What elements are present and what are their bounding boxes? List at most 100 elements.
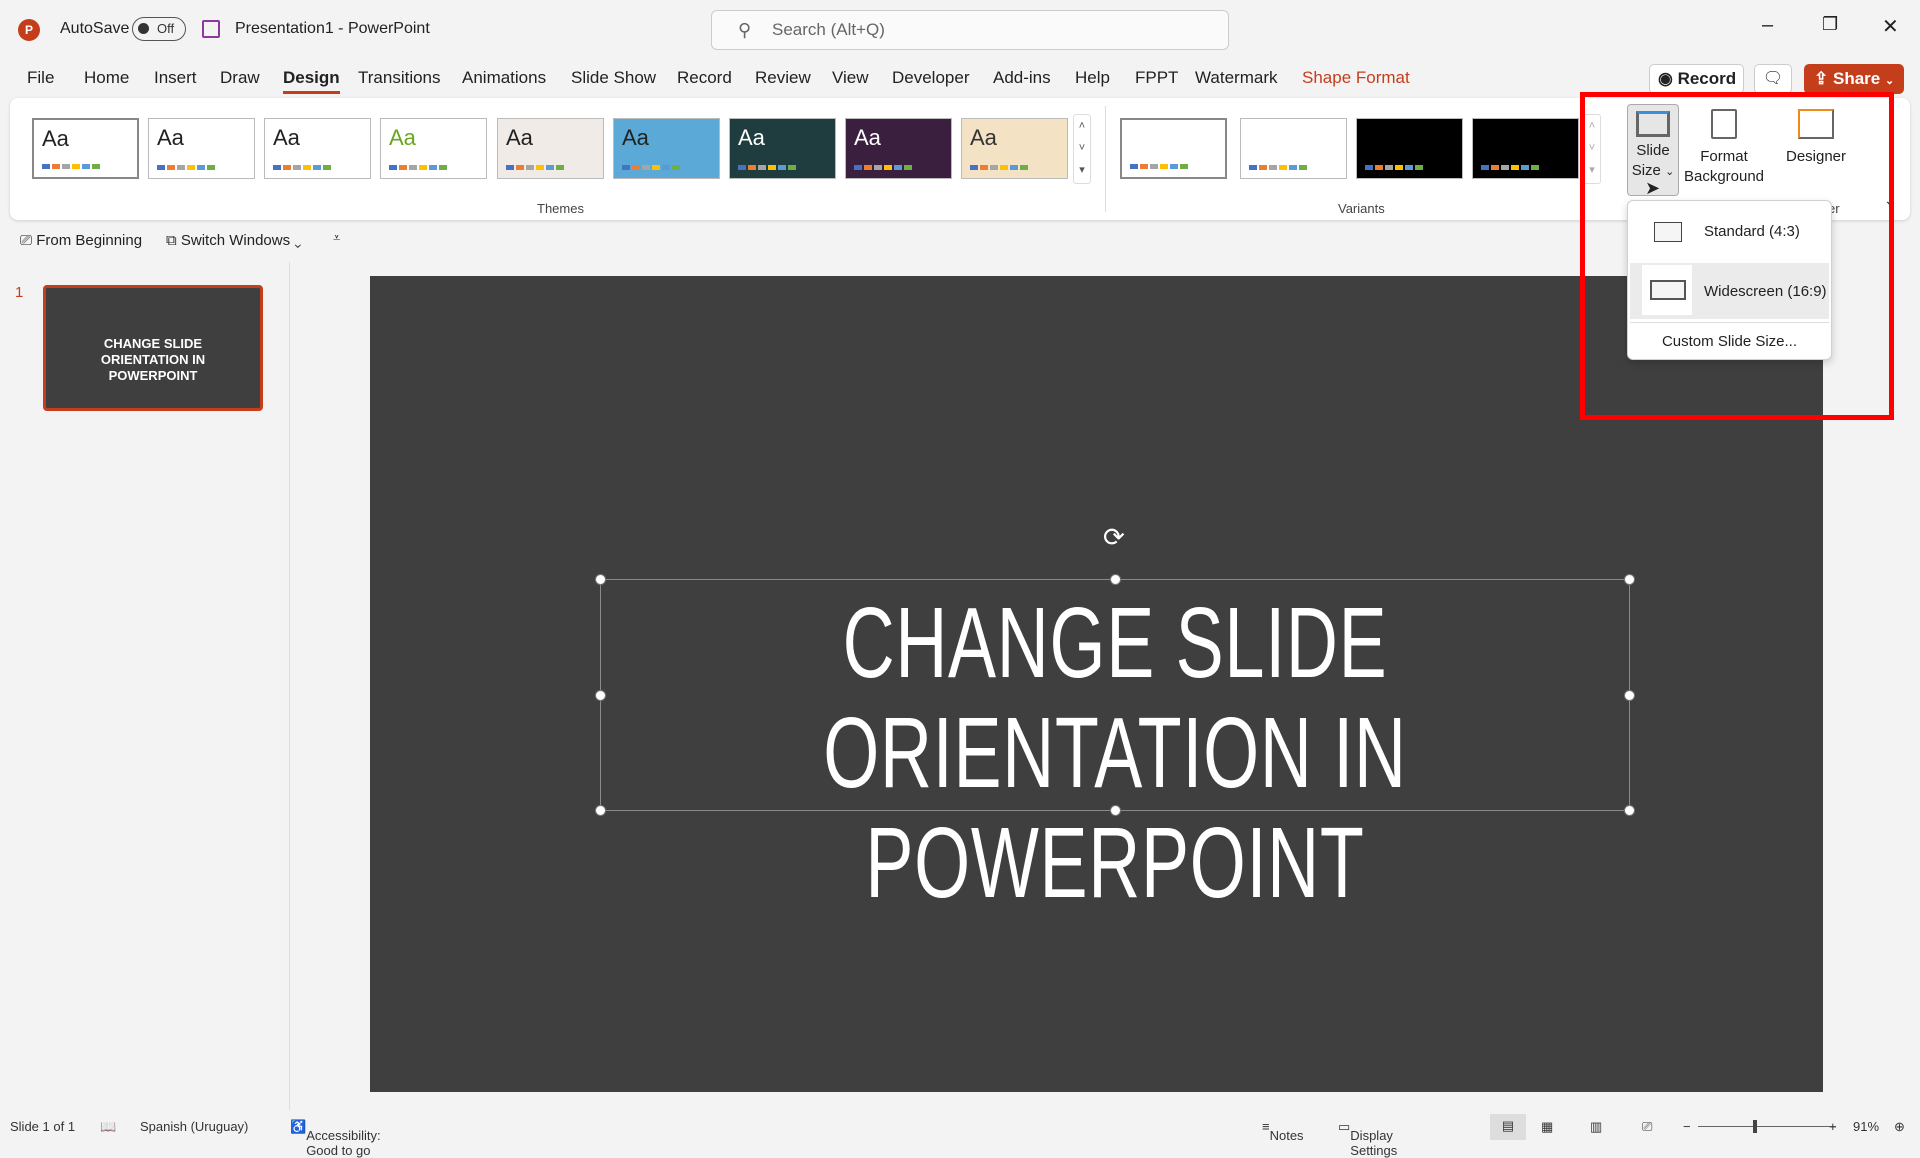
tab-watermark[interactable]: Watermark [1195,68,1278,88]
variant-thumbnail[interactable] [1120,118,1227,179]
tab-draw[interactable]: Draw [220,68,260,88]
title-bar: P AutoSave Off Presentation1 - PowerPoin… [0,0,1920,58]
theme-label: Aa [42,126,69,151]
tab-transitions[interactable]: Transitions [358,68,441,88]
theme-label: Aa [389,125,416,150]
thumbnail-text: CHANGE SLIDE ORIENTATION IN POWERPOINT [100,336,206,383]
resize-handle[interactable] [595,805,606,816]
rotate-handle-icon[interactable]: ⟳ [1103,522,1125,553]
language-status[interactable]: Spanish (Uruguay) [140,1119,248,1134]
zoom-in-button[interactable]: + [1829,1119,1837,1134]
slide-thumbnail[interactable]: CHANGE SLIDE ORIENTATION IN POWERPOINT [43,285,263,411]
theme-thumbnail[interactable]: Aa [729,118,836,179]
tab-file[interactable]: File [27,68,54,88]
share-label: Share [1832,69,1881,88]
tab-fppt[interactable]: FPPT [1135,68,1178,88]
title-line-1: CHANGE SLIDE [842,587,1388,699]
accessibility-status[interactable]: ♿ Accessibility: Good to go [290,1119,381,1158]
zoom-out-button[interactable]: − [1683,1119,1691,1134]
divider [1105,106,1106,212]
themes-group-label: Themes [537,201,584,216]
chevron-down-icon: ⌄ [1884,75,1895,87]
tab-record[interactable]: Record [677,68,732,88]
slide-show-button[interactable]: ⎚ [1642,1119,1652,1135]
resize-handle[interactable] [1624,574,1635,585]
slide-sorter-button[interactable]: ▦ [1541,1119,1553,1135]
tab-insert[interactable]: Insert [154,68,197,88]
search-placeholder: Search (Alt+Q) [772,20,885,39]
zoom-slider-thumb[interactable] [1753,1120,1757,1133]
tab-review[interactable]: Review [755,68,811,88]
theme-label: Aa [506,125,533,150]
spelling-icon[interactable]: 📖 [100,1119,116,1135]
reading-view-button[interactable]: ▥ [1590,1119,1602,1135]
quick-access-toolbar: ⎚ From Beginning ⧉ Switch Windows ⌄ ⩡ [10,228,1610,258]
theme-label: Aa [273,125,300,150]
theme-label: Aa [970,125,997,150]
share-button[interactable]: ⇪ Share ⌄ [1804,64,1904,94]
slide-number: 1 [15,284,24,301]
theme-thumbnail[interactable]: Aa [380,118,487,179]
zoom-slider[interactable] [1698,1120,1836,1133]
save-icon[interactable] [202,20,220,38]
switch-windows-button[interactable]: ⧉ Switch Windows ⌄ [166,232,301,249]
theme-label: Aa [738,125,765,150]
comments-button[interactable]: 🗨 [1754,64,1792,94]
close-button[interactable]: ✕ [1882,14,1899,39]
theme-thumbnail[interactable]: Aa [148,118,255,179]
tab-animations[interactable]: Animations [462,68,546,88]
restore-button[interactable]: ❐ [1822,14,1838,35]
theme-thumbnail[interactable]: Aa [497,118,604,179]
resize-handle[interactable] [1110,574,1121,585]
resize-handle[interactable] [1110,805,1121,816]
resize-handle[interactable] [595,574,606,585]
zoom-level[interactable]: 91% [1853,1119,1879,1134]
display-settings-label: Display Settings [1350,1128,1398,1158]
search-icon: ⚲ [738,20,752,40]
theme-thumbnail[interactable]: Aa [961,118,1068,179]
theme-thumbnail[interactable]: Aa [613,118,720,179]
from-beginning-label: From Beginning [36,232,143,249]
theme-thumbnail[interactable]: Aa [264,118,371,179]
variant-thumbnail[interactable] [1356,118,1463,179]
status-bar: Slide 1 of 1 📖 Spanish (Uruguay) ♿ Acces… [0,1110,1920,1158]
switch-windows-icon: ⧉ [166,232,177,249]
document-title: Presentation1 - PowerPoint [235,20,430,37]
resize-handle[interactable] [595,690,606,701]
record-label: Record [1677,69,1737,88]
theme-thumbnail[interactable]: Aa [845,118,952,179]
theme-label: Aa [622,125,649,150]
tab-shape-format[interactable]: Shape Format [1302,68,1410,88]
notes-label: Notes [1269,1128,1304,1143]
slide-title: CHANGE SLIDE ORIENTATION IN POWERPOINT [702,588,1529,918]
normal-view-button[interactable]: ▤ [1490,1114,1526,1140]
autosave-toggle[interactable]: Off [132,17,186,41]
resize-handle[interactable] [1624,690,1635,701]
minimize-button[interactable]: – [1762,14,1773,37]
search-input[interactable]: ⚲ Search (Alt+Q) [711,10,1229,50]
powerpoint-logo-icon: P [18,19,40,41]
title-textbox[interactable]: CHANGE SLIDE ORIENTATION IN POWERPOINT [595,574,1635,918]
variant-thumbnail[interactable] [1240,118,1347,179]
tab-help[interactable]: Help [1075,68,1110,88]
variant-thumbnail[interactable] [1472,118,1579,179]
from-beginning-button[interactable]: ⎚ From Beginning [20,232,142,249]
fit-to-window-icon[interactable]: ⊕ [1894,1119,1905,1135]
autosave-label: AutoSave [60,20,130,37]
themes-scroll[interactable]: ˄ ˅ ▾ [1073,114,1091,184]
customize-qat-icon[interactable]: ⩡ [333,230,340,246]
tab-slide-show[interactable]: Slide Show [571,68,656,88]
tab-add-ins[interactable]: Add-ins [993,68,1051,88]
notes-button[interactable]: ≡ Notes [1262,1119,1304,1143]
tab-developer[interactable]: Developer [892,68,970,88]
tab-home[interactable]: Home [84,68,129,88]
resize-handle[interactable] [1624,805,1635,816]
record-icon: ◉ [1658,69,1673,88]
share-icon: ⇪ [1814,69,1829,88]
presentation-icon: ⎚ [20,232,33,249]
record-button[interactable]: ◉ Record [1649,64,1744,94]
display-settings-button[interactable]: ▭ Display Settings [1338,1119,1397,1158]
tab-view[interactable]: View [832,68,869,88]
tab-design[interactable]: Design [283,68,340,94]
theme-thumbnail[interactable]: Aa [32,118,139,179]
